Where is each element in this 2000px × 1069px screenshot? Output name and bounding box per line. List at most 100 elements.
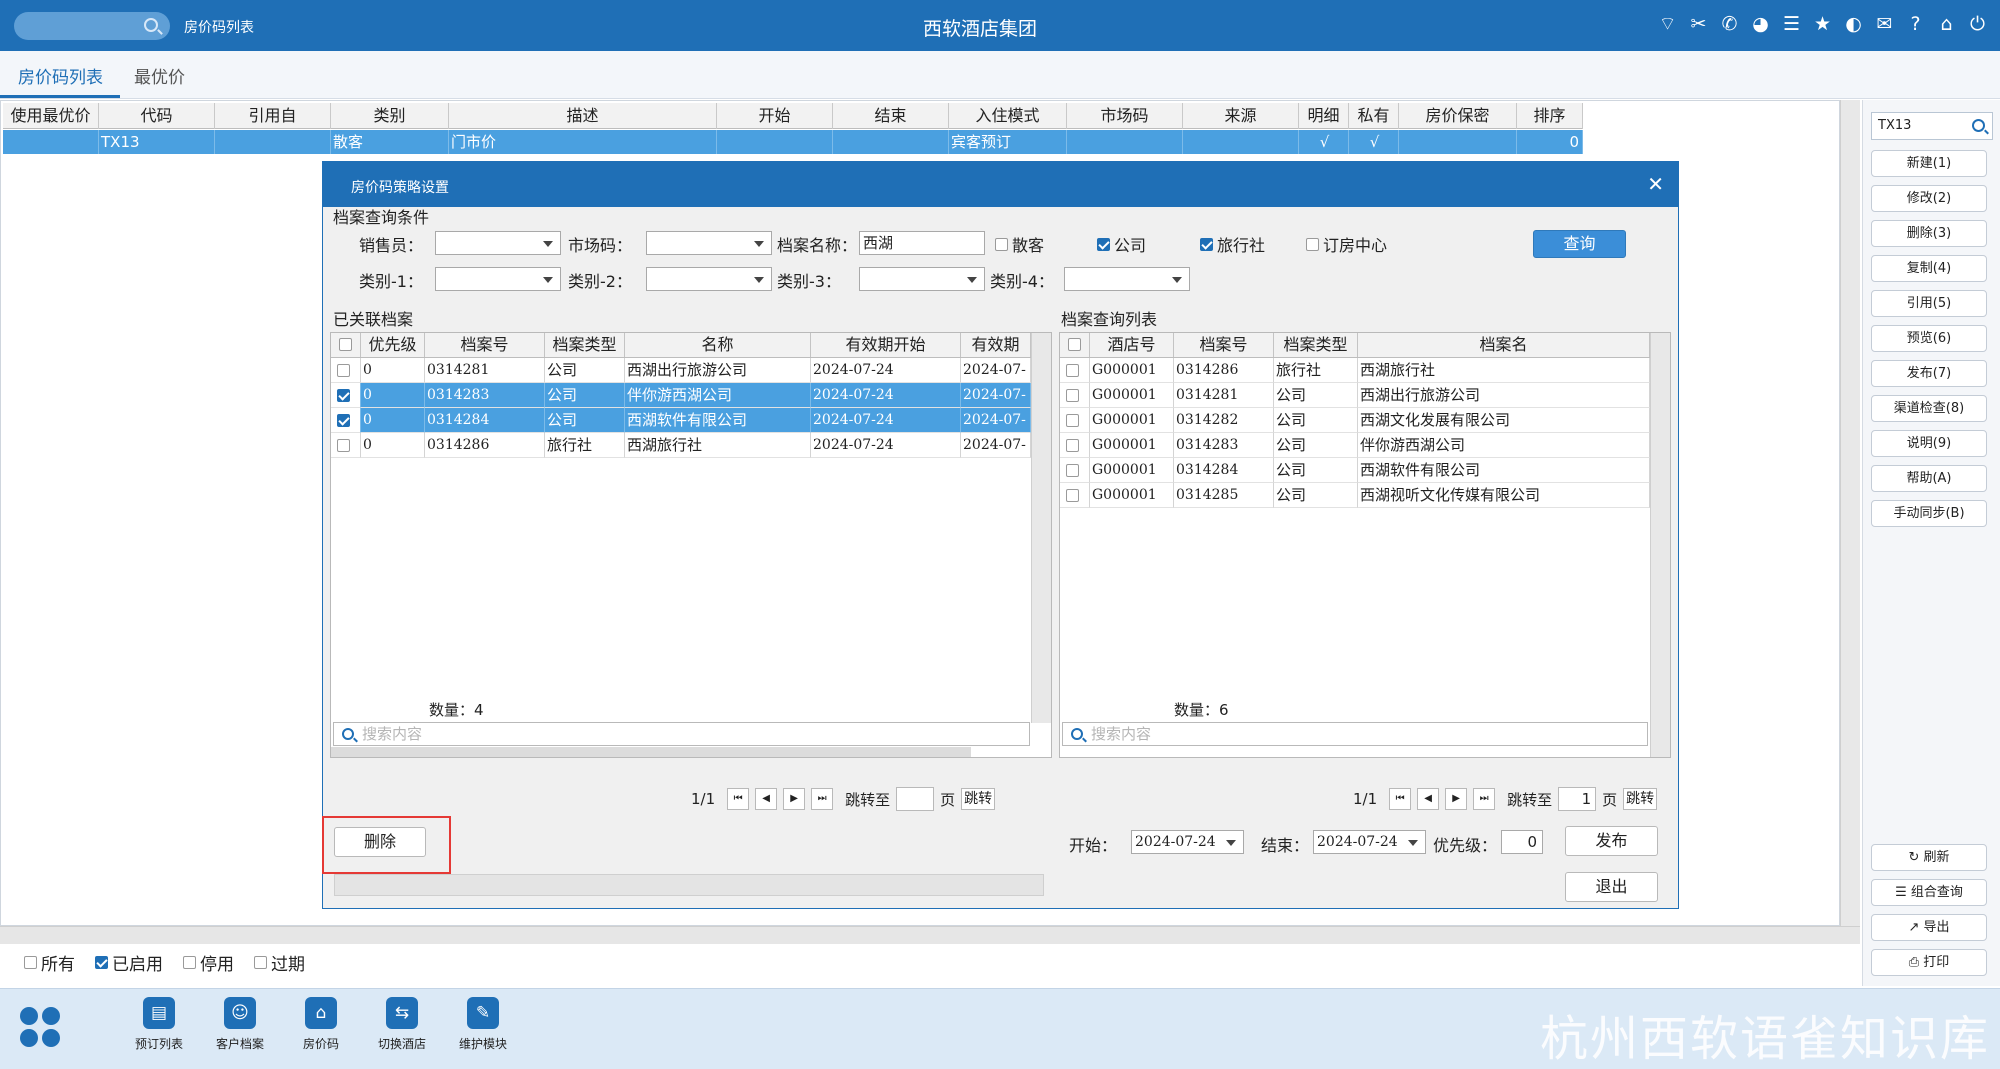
col-header[interactable]: 私有 <box>1349 103 1399 129</box>
col-header[interactable]: 档案类型 <box>545 333 625 357</box>
table-row[interactable]: 0 0314283 公司 伴你游西湖公司 2024-07-24 2024-07- <box>331 383 1031 408</box>
help-icon[interactable]: ? <box>1905 12 1926 36</box>
checkbox[interactable] <box>1306 237 1319 251</box>
end-date-select[interactable]: 2024-07-24 <box>1313 830 1426 854</box>
salesman-select[interactable] <box>435 231 561 255</box>
check-individual[interactable]: 散客 <box>995 232 1044 256</box>
checkbox[interactable] <box>1200 237 1213 251</box>
col-header[interactable]: 档案号 <box>425 333 545 357</box>
module-switch-hotel[interactable]: ⇆ 切换酒店 <box>367 997 437 1052</box>
tab-rate-code-list[interactable]: 房价码列表 <box>18 63 103 88</box>
checkbox[interactable] <box>1066 414 1079 427</box>
col-header[interactable]: 档案名 <box>1358 333 1650 357</box>
col-header[interactable]: 引用自 <box>215 103 331 129</box>
col-header[interactable]: 类别 <box>331 103 449 129</box>
checkbox[interactable] <box>254 956 267 969</box>
power-icon[interactable]: ⏻ <box>1967 12 1988 36</box>
checkbox[interactable] <box>183 956 196 969</box>
start-date-select[interactable]: 2024-07-24 <box>1131 830 1244 854</box>
filter-all[interactable]: 所有 <box>24 950 75 975</box>
page-input[interactable]: 1 <box>1558 787 1597 811</box>
app-logo-icon[interactable] <box>20 1007 62 1049</box>
exit-button[interactable]: 退出 <box>1565 872 1658 902</box>
table-row[interactable]: G000001 0314284 公司 西湖软件有限公司 <box>1060 458 1650 483</box>
new-button[interactable]: 新建(1) <box>1871 150 1987 177</box>
vertical-scrollbar[interactable] <box>1650 333 1670 757</box>
palette-icon[interactable]: ◕ <box>1750 12 1771 36</box>
tab-best-price[interactable]: 最优价 <box>134 63 185 88</box>
horizontal-scrollbar[interactable] <box>331 747 971 757</box>
moon-icon[interactable]: ◐ <box>1843 12 1864 36</box>
home-icon[interactable]: ⌂ <box>1936 12 1957 36</box>
preview-button[interactable]: 预览(6) <box>1871 325 1987 352</box>
global-search[interactable] <box>14 12 170 40</box>
table-row[interactable]: G000001 0314283 公司 伴你游西湖公司 <box>1060 433 1650 458</box>
table-row[interactable]: 0 0314284 公司 西湖软件有限公司 2024-07-24 2024-07… <box>331 408 1031 433</box>
col-header[interactable]: 代码 <box>99 103 215 129</box>
jump-button[interactable]: 跳转 <box>961 788 996 810</box>
prev-page-icon[interactable]: ◀ <box>755 788 778 810</box>
col-header[interactable]: 房价保密 <box>1399 103 1517 129</box>
col-header[interactable]: 使用最优价 <box>3 103 99 129</box>
module-booking-list[interactable]: ▤ 预订列表 <box>124 997 194 1052</box>
table-row[interactable]: G000001 0314281 公司 西湖出行旅游公司 <box>1060 383 1650 408</box>
col-header[interactable]: 档案号 <box>1174 333 1274 357</box>
filter-expired[interactable]: 过期 <box>254 950 305 975</box>
check-company[interactable]: 公司 <box>1097 232 1146 256</box>
first-page-icon[interactable]: ⏮ <box>1389 788 1412 810</box>
module-customer-archive[interactable]: ☺ 客户档案 <box>205 997 275 1052</box>
jump-button[interactable]: 跳转 <box>1623 788 1658 810</box>
description-button[interactable]: 说明(9) <box>1871 430 1987 457</box>
star-icon[interactable]: ★ <box>1812 12 1833 36</box>
checkbox[interactable] <box>1066 489 1079 502</box>
publish-button[interactable]: 发布(7) <box>1871 360 1987 387</box>
category3-select[interactable] <box>859 267 985 291</box>
copy-button[interactable]: 复制(4) <box>1871 255 1987 282</box>
checkbox[interactable] <box>1066 364 1079 377</box>
filter-enabled[interactable]: 已启用 <box>95 950 163 975</box>
table-row[interactable]: TX13 散客 门市价 宾客预订 √ √ 0 <box>3 130 1583 154</box>
checkbox[interactable] <box>339 338 352 351</box>
query-search-input[interactable]: 搜索内容 <box>1062 722 1648 746</box>
title-active-tab[interactable]: 房价码列表 <box>184 17 254 37</box>
col-header[interactable]: 入住模式 <box>949 103 1067 129</box>
col-header[interactable]: 名称 <box>625 333 811 357</box>
priority-input[interactable]: 0 <box>1501 830 1543 854</box>
menu-icon[interactable]: ☰ <box>1781 12 1802 36</box>
next-page-icon[interactable]: ▶ <box>1445 788 1468 810</box>
channel-check-button[interactable]: 渠道检查(8) <box>1871 395 1987 422</box>
phone-icon[interactable]: ✆ <box>1719 12 1740 36</box>
col-header[interactable]: 结束 <box>833 103 949 129</box>
category2-select[interactable] <box>646 267 772 291</box>
market-code-select[interactable] <box>646 231 772 255</box>
print-button[interactable]: ⎙ 打印 <box>1871 949 1987 976</box>
col-header[interactable]: 优先级 <box>361 333 425 357</box>
checkbox[interactable] <box>95 956 108 969</box>
checkbox[interactable] <box>1066 464 1079 477</box>
manual-sync-button[interactable]: 手动同步(B) <box>1871 500 1987 527</box>
checkbox[interactable] <box>1097 237 1110 251</box>
page-input[interactable] <box>896 787 935 811</box>
module-rate-code[interactable]: ⌂ 房价码 <box>286 997 356 1052</box>
edit-button[interactable]: 修改(2) <box>1871 185 1987 212</box>
table-row[interactable]: 0 0314281 公司 西湖出行旅游公司 2024-07-24 2024-07… <box>331 358 1031 383</box>
col-header[interactable]: 市场码 <box>1067 103 1183 129</box>
export-button[interactable]: ↗ 导出 <box>1871 914 1987 941</box>
col-header[interactable]: 酒店号 <box>1090 333 1174 357</box>
prev-page-icon[interactable]: ◀ <box>1417 788 1440 810</box>
grid-horizontal-scrollbar[interactable] <box>0 926 1860 944</box>
tools-icon[interactable]: ✂ <box>1688 12 1709 36</box>
checkbox[interactable] <box>1066 439 1079 452</box>
checkbox[interactable] <box>1066 389 1079 402</box>
reference-button[interactable]: 引用(5) <box>1871 290 1987 317</box>
table-row[interactable]: G000001 0314286 旅行社 西湖旅行社 <box>1060 358 1650 383</box>
col-header[interactable]: 档案类型 <box>1274 333 1358 357</box>
col-header[interactable]: 开始 <box>717 103 833 129</box>
table-row[interactable]: G000001 0314282 公司 西湖文化发展有限公司 <box>1060 408 1650 433</box>
col-header[interactable]: 排序 <box>1517 103 1583 129</box>
code-search-input[interactable]: TX13 <box>1871 112 1993 140</box>
grid-vertical-scrollbar[interactable] <box>1840 100 1860 926</box>
filter-disabled[interactable]: 停用 <box>183 950 234 975</box>
search-icon[interactable] <box>1972 119 1985 132</box>
module-maintenance[interactable]: ✎ 维护模块 <box>448 997 518 1052</box>
